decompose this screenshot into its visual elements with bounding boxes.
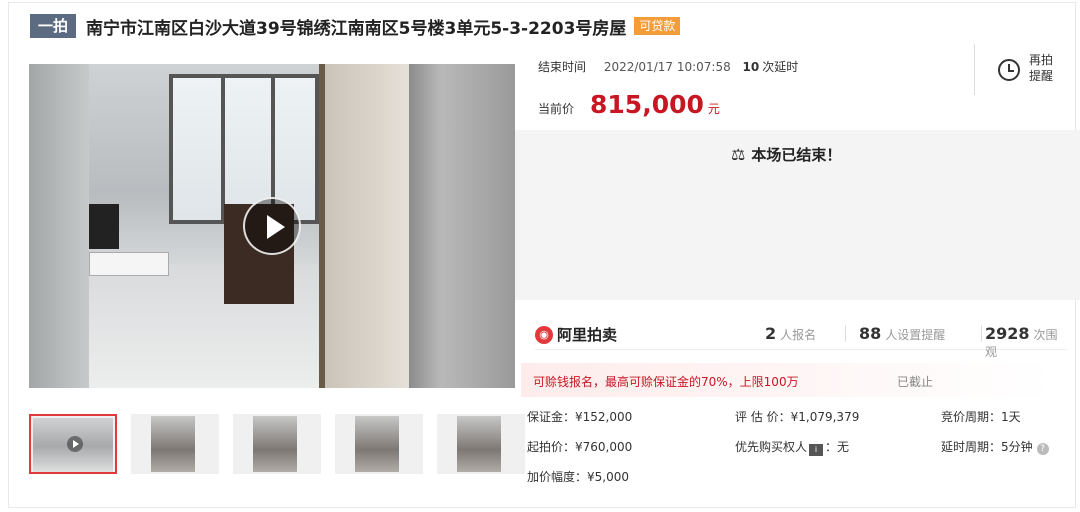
thumbnail-image <box>253 416 297 472</box>
help-icon[interactable]: ? <box>1036 443 1049 455</box>
round-badge: 一拍 <box>30 14 77 38</box>
end-time-row: 结束时间 2022/01/17 10:07:58 10 次延时 <box>538 58 798 75</box>
logo-text: 阿里拍卖 <box>557 326 618 344</box>
play-video-icon[interactable] <box>243 197 301 255</box>
deposit-credit-status: 已截止 <box>897 375 934 389</box>
thumbnail[interactable] <box>233 414 321 474</box>
current-price: 815,000 <box>590 90 704 119</box>
priority-buyer-param: 优先购买权人 i ：无 <box>735 438 849 456</box>
photo-window <box>169 74 319 224</box>
divider <box>845 326 846 342</box>
bid-cycle-param: 竞价周期：1天 <box>941 410 1021 424</box>
end-time-value: 2022/01/17 10:07:58 <box>603 60 731 74</box>
reminder-label: 人设置提醒 <box>885 328 946 342</box>
reminder-count: 88 人设置提醒 <box>859 324 945 343</box>
ali-auction-logo[interactable]: ◉ 阿里拍卖 <box>535 324 617 345</box>
logo-icon: ◉ <box>535 325 553 344</box>
signup-count: 2 人报名 <box>765 324 816 343</box>
priority-buyer-value: ：无 <box>825 440 850 454</box>
deposit-credit-bar[interactable]: 可赊钱报名，最高可赊保证金的70%，上限100万 已截止 <box>521 363 1055 397</box>
thumbnail[interactable] <box>131 414 219 474</box>
delay-cycle-param: 延时周期：5分钟? <box>941 438 1049 455</box>
ended-message: ⚖ 本场已结束！ <box>731 144 841 165</box>
end-time-label: 结束时间 <box>538 60 587 74</box>
alarm-clock-icon <box>998 59 1020 81</box>
valuation-param: 评 估 价：¥1,079,379 <box>735 410 860 424</box>
main-photo[interactable] <box>29 64 515 388</box>
remind-label: 再拍提醒 <box>1029 53 1054 83</box>
info-badge-icon[interactable]: i <box>809 444 824 456</box>
thumbnail-image <box>151 416 195 472</box>
thumbnail[interactable] <box>335 414 423 474</box>
signup-label: 人报名 <box>780 328 817 342</box>
extend-unit: 次延时 <box>762 60 799 74</box>
loan-tag[interactable]: 可贷款 <box>634 17 681 35</box>
view-count: 2928 次围观 <box>985 324 1067 360</box>
deposit-param: 保证金：¥152,000 <box>527 410 633 424</box>
reminder-number: 88 <box>859 324 882 343</box>
thumbnail-image <box>457 416 501 472</box>
divider <box>981 326 982 342</box>
thumbnail[interactable] <box>437 414 525 474</box>
thumbnail-strip <box>29 414 525 474</box>
price-unit: 元 <box>707 102 720 116</box>
current-price-row: 当前价 815,000 元 <box>538 90 720 119</box>
ended-text: 本场已结束！ <box>751 146 842 164</box>
gavel-icon: ⚖ <box>731 145 746 164</box>
signup-number: 2 <box>765 324 777 343</box>
increment-param: 加价幅度：¥5,000 <box>527 470 629 484</box>
reauction-remind-button[interactable]: 再拍提醒 <box>974 44 1075 95</box>
photo-door <box>409 64 515 388</box>
extend-count: 10 <box>742 60 760 74</box>
delay-cycle-text: 延时周期：5分钟 <box>941 440 1033 454</box>
priority-buyer-label: 优先购买权人 <box>735 440 808 454</box>
play-icon <box>67 436 83 452</box>
deposit-credit-note: 可赊钱报名，最高可赊保证金的70%，上限100万 <box>533 375 799 389</box>
stats-bar: ◉ 阿里拍卖 2 人报名 88 人设置提醒 2928 次围观 <box>535 316 1067 359</box>
photo-wall <box>29 64 89 388</box>
page-title: 南宁市江南区白沙大道39号锦绣江南南区5号楼3单元5-3-2203号房屋 <box>86 18 627 39</box>
photo-cabinet <box>319 64 409 388</box>
photo-tv <box>89 204 119 249</box>
page-header: 一拍 南宁市江南区白沙大道39号锦绣江南南区5号楼3单元5-3-2203号房屋 … <box>30 12 681 40</box>
photo-tv-stand <box>89 252 169 276</box>
view-number: 2928 <box>985 324 1030 343</box>
start-price-param: 起拍价：¥760,000 <box>527 440 633 454</box>
thumbnail[interactable] <box>29 414 117 474</box>
price-label: 当前价 <box>538 102 575 116</box>
thumbnail-image <box>355 416 399 472</box>
auction-ended-panel: ⚖ 本场已结束！ <box>515 130 1080 300</box>
